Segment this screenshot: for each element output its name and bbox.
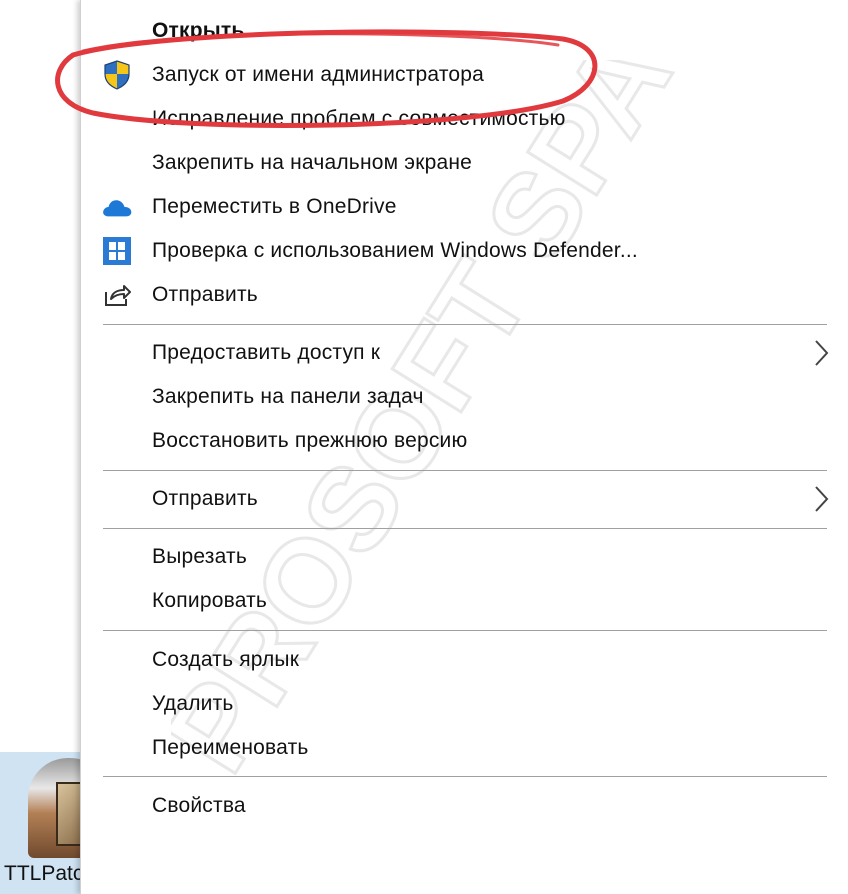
menu-item-give-access-to[interactable]: Предоставить доступ к <box>81 333 848 373</box>
menu-item-cut[interactable]: Вырезать <box>81 537 848 577</box>
chevron-right-icon <box>815 486 829 512</box>
share-icon <box>101 279 133 311</box>
menu-item-label: Закрепить на панели задач <box>152 385 424 408</box>
onedrive-cloud-icon <box>101 191 133 223</box>
menu-item-label: Предоставить доступ к <box>152 341 381 364</box>
menu-item-label: Открыть <box>152 19 245 42</box>
menu-item-share[interactable]: Отправить <box>81 275 848 315</box>
menu-item-label: Переместить в OneDrive <box>152 195 397 218</box>
menu-item-restore-previous-versions[interactable]: Восстановить прежнюю версию <box>81 421 848 461</box>
menu-separator <box>103 528 827 529</box>
menu-item-run-as-admin[interactable]: Запуск от имени администратора <box>81 55 848 95</box>
windows-defender-icon <box>101 235 133 267</box>
menu-separator <box>103 324 827 325</box>
menu-item-label: Создать ярлык <box>152 648 300 671</box>
menu-separator <box>103 776 827 777</box>
menu-item-copy[interactable]: Копировать <box>81 581 848 621</box>
menu-item-open[interactable]: Открыть <box>81 11 848 51</box>
menu-item-label: Отправить <box>152 283 258 306</box>
menu-item-delete[interactable]: Удалить <box>81 684 848 724</box>
menu-item-rename[interactable]: Переименовать <box>81 728 848 768</box>
menu-item-label: Удалить <box>152 692 234 715</box>
context-menu: PROSOFT SPACE Открыть Запуск от имени ад… <box>80 0 848 894</box>
menu-separator <box>103 630 827 631</box>
menu-separator <box>103 470 827 471</box>
menu-item-create-shortcut[interactable]: Создать ярлык <box>81 640 848 680</box>
menu-item-pin-to-taskbar[interactable]: Закрепить на панели задач <box>81 377 848 417</box>
menu-item-label: Переименовать <box>152 736 309 759</box>
menu-item-troubleshoot-compatibility[interactable]: Исправление проблем с совместимостью <box>81 99 848 139</box>
menu-item-label: Вырезать <box>152 545 248 568</box>
menu-item-label: Свойства <box>152 794 246 817</box>
menu-item-send-to[interactable]: Отправить <box>81 479 848 519</box>
menu-item-label: Отправить <box>152 487 258 510</box>
menu-item-scan-windows-defender[interactable]: Проверка с использованием Windows Defend… <box>81 231 848 271</box>
menu-item-label: Закрепить на начальном экране <box>152 151 473 174</box>
menu-item-properties[interactable]: Свойства <box>81 786 848 826</box>
chevron-right-icon <box>815 340 829 366</box>
menu-item-label: Проверка с использованием Windows Defend… <box>152 239 638 262</box>
menu-item-label: Восстановить прежнюю версию <box>152 429 468 452</box>
menu-item-label: Исправление проблем с совместимостью <box>152 107 566 130</box>
menu-item-label: Запуск от имени администратора <box>152 63 485 86</box>
menu-item-label: Копировать <box>152 589 268 612</box>
menu-item-move-to-onedrive[interactable]: Переместить в OneDrive <box>81 187 848 227</box>
uac-shield-icon <box>101 59 133 91</box>
menu-item-pin-to-start[interactable]: Закрепить на начальном экране <box>81 143 848 183</box>
